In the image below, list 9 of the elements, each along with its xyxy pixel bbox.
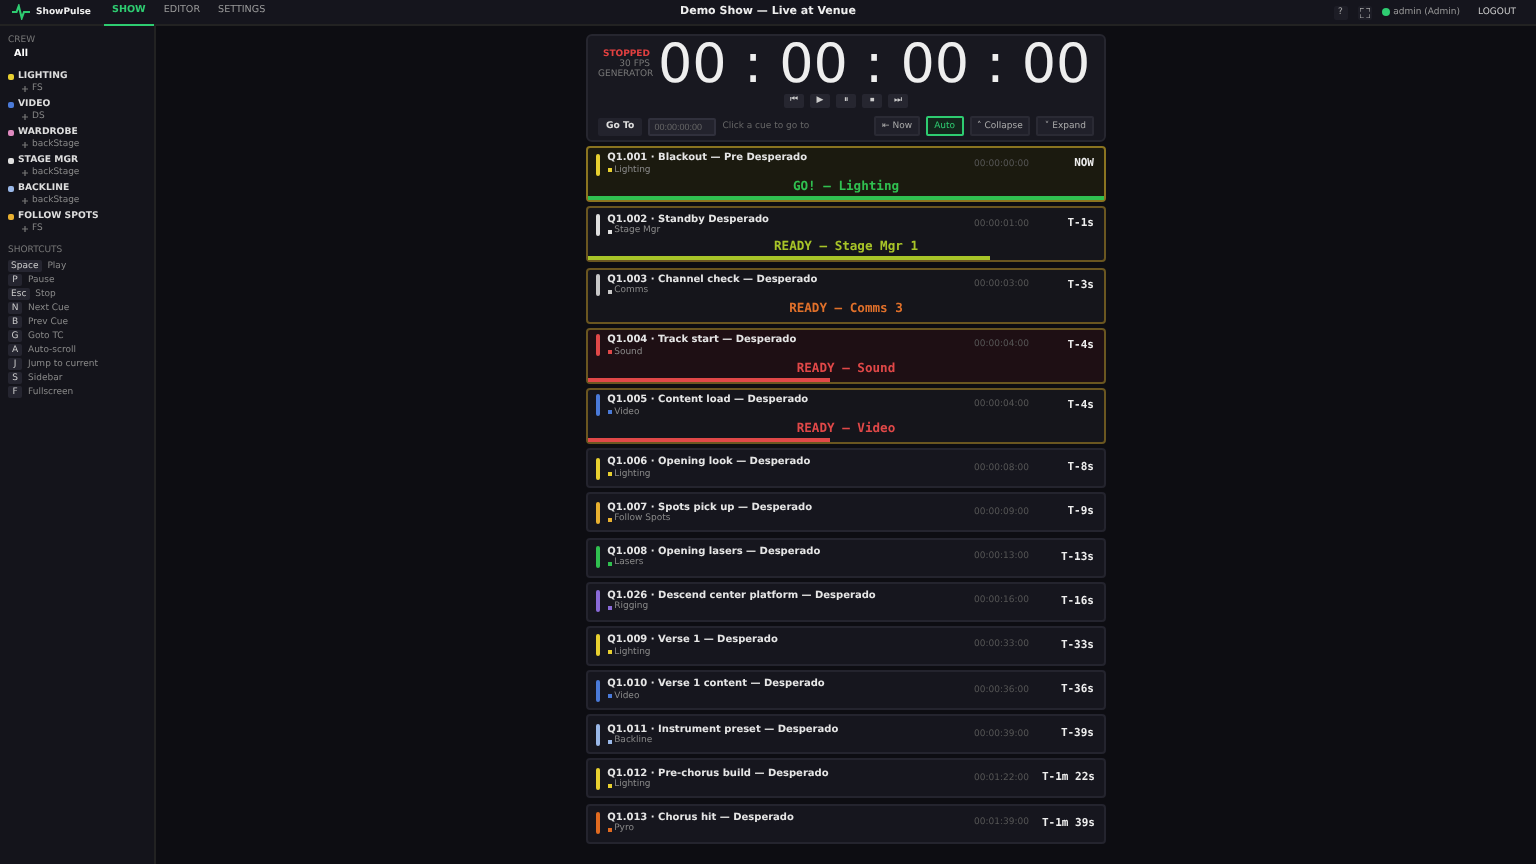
plus-icon [22,114,28,120]
plus-icon [22,226,28,232]
plus-icon [22,142,28,148]
plus-icon [22,198,28,204]
logo-icon [12,4,30,20]
fullscreen-button[interactable] [1357,5,1372,19]
plus-icon [22,170,28,176]
plus-icon [22,86,28,92]
timecode-display: 00 : 00 : 00 : 00 [658,38,1091,92]
